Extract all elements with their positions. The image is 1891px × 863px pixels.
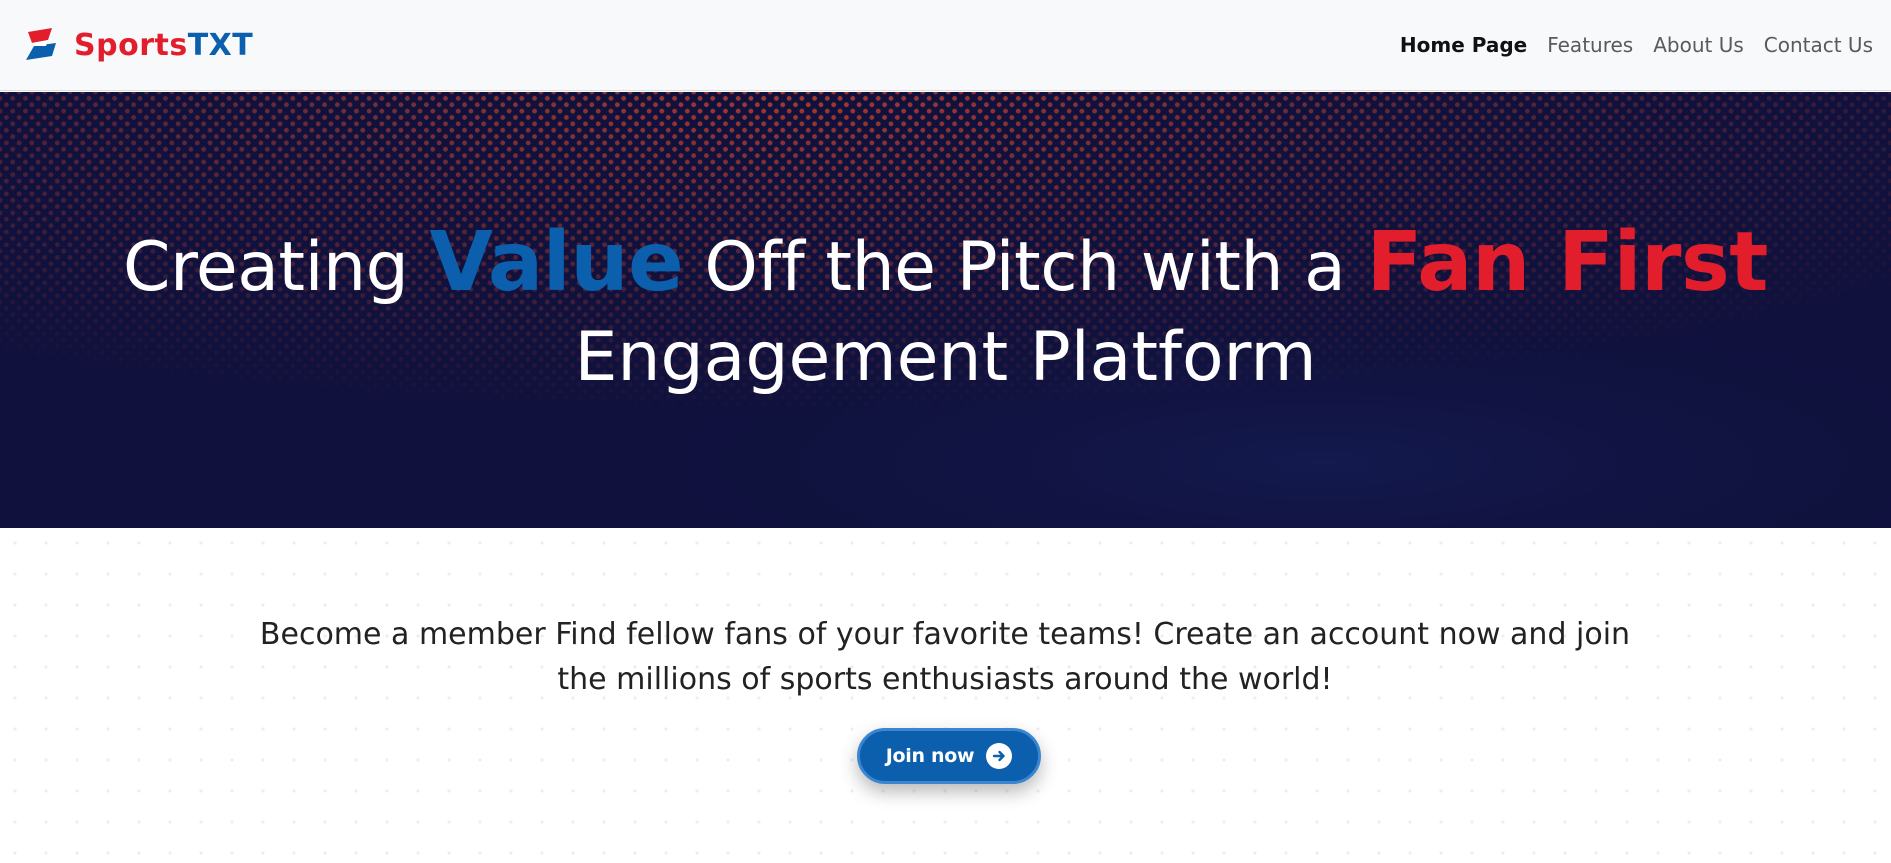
nav-link-features[interactable]: Features	[1547, 33, 1633, 57]
hero-title-part1: Creating	[122, 228, 430, 307]
hero-banner: Creating Value Off the Pitch with a Fan …	[0, 92, 1891, 528]
brand-name-sports: Sports	[74, 27, 188, 63]
nav-link-contact[interactable]: Contact Us	[1764, 33, 1873, 57]
hero-title: Creating Value Off the Pitch with a Fan …	[0, 218, 1891, 403]
navbar: SportsTXT Home Page Features About Us Co…	[0, 0, 1891, 91]
brand-name-txt: TXT	[187, 27, 254, 63]
nav-menu: Home Page Features About Us Contact Us	[1400, 33, 1873, 57]
nav-link-home[interactable]: Home Page	[1400, 33, 1527, 57]
brand-logo[interactable]: SportsTXT	[22, 26, 253, 64]
join-now-button[interactable]: Join now	[857, 728, 1041, 784]
join-now-label: Join now	[885, 745, 975, 767]
bolt-flag-icon	[26, 28, 56, 60]
hero-title-part2: Off the Pitch with a	[683, 228, 1367, 307]
hero-title-line2: Engagement Platform	[574, 318, 1317, 397]
hero-highlight-value: Value	[429, 215, 684, 310]
arrow-right-circle-icon	[986, 743, 1013, 769]
nav-link-about[interactable]: About Us	[1653, 33, 1744, 57]
member-description: Become a member Find fellow fans of your…	[259, 617, 1631, 697]
brand-name: SportsTXT	[74, 28, 253, 63]
hero-title-line1: Creating Value Off the Pitch with a Fan …	[0, 218, 1891, 313]
hero-highlight-fan-first: Fan First	[1366, 215, 1769, 310]
member-section: Become a member Find fellow fans of your…	[0, 528, 1891, 863]
